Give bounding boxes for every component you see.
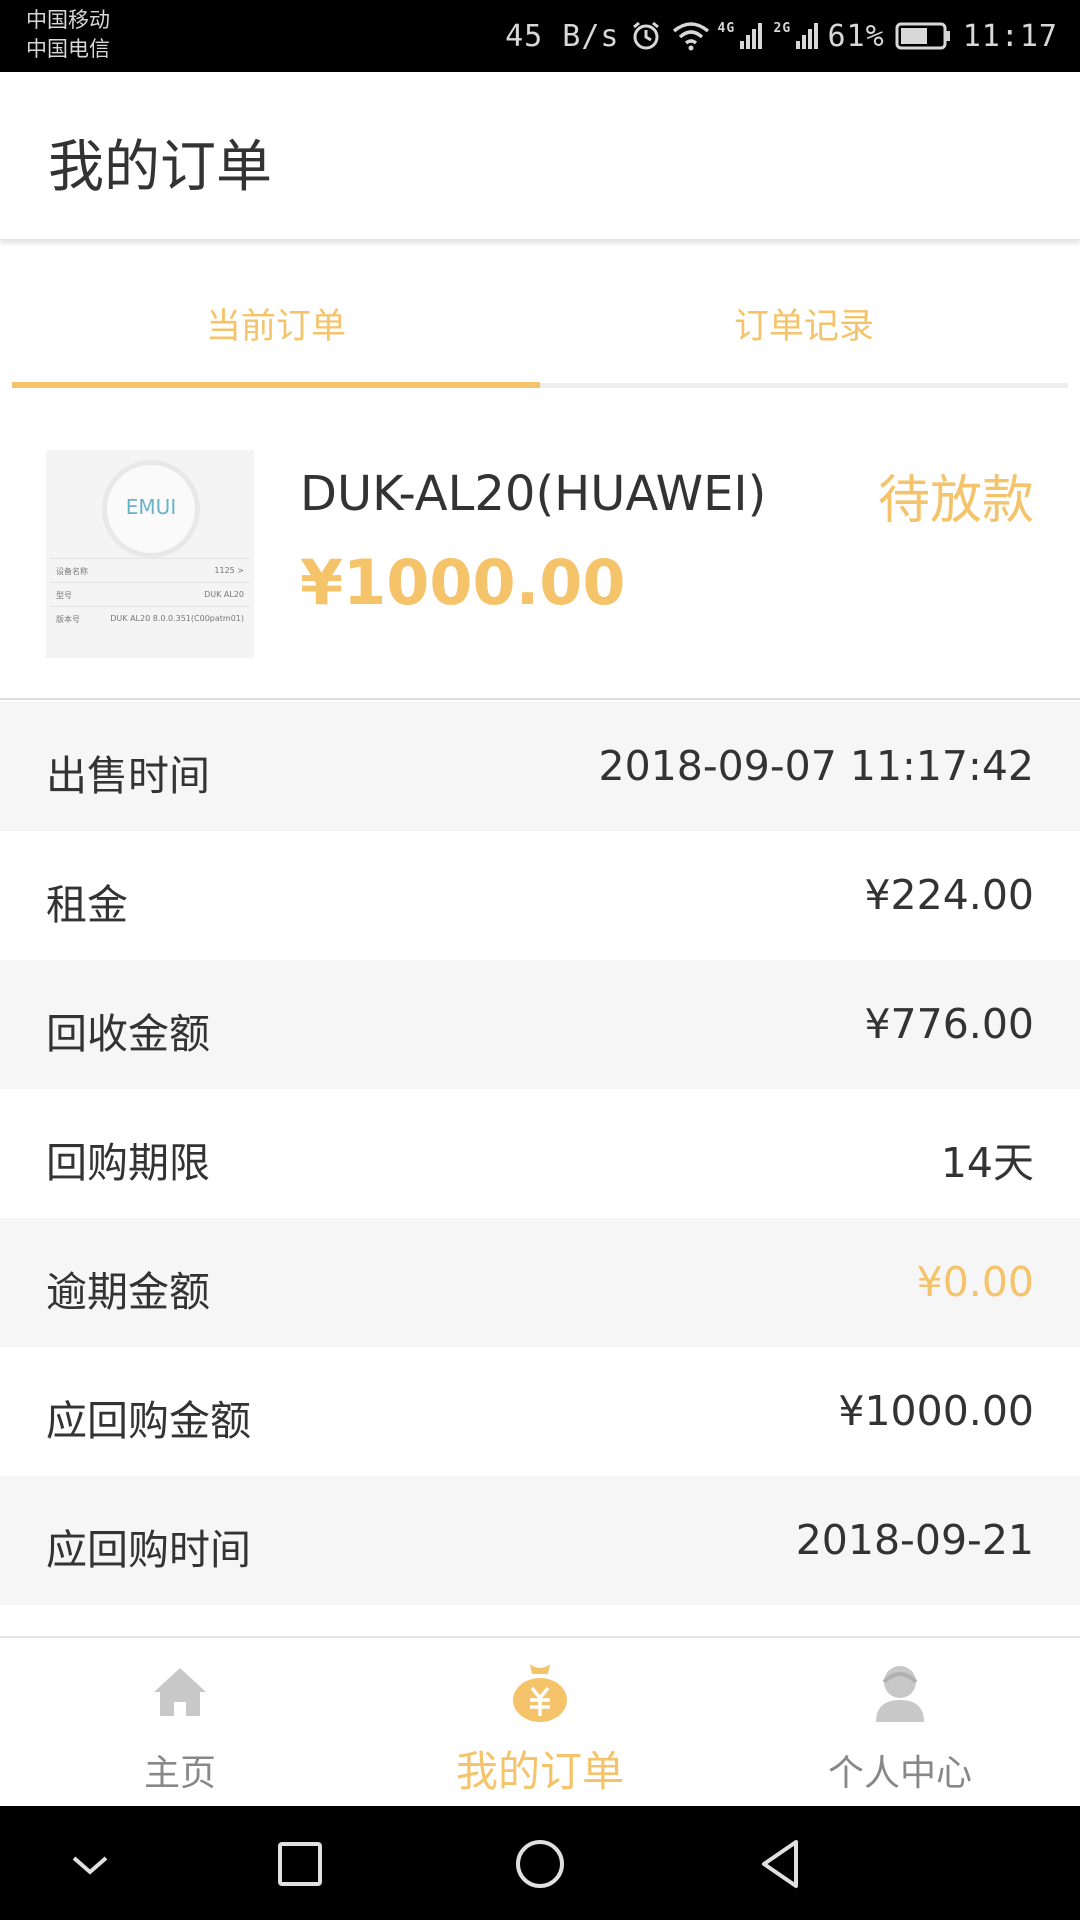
home-icon bbox=[150, 1660, 210, 1724]
detail-value: ¥0.00 bbox=[916, 1258, 1034, 1306]
order-product-card[interactable]: EMUI 设备名称 1125 > 型号 DUK AL20 版本号 DUK AL2… bbox=[0, 388, 1080, 700]
detail-label: 应回购时间 bbox=[46, 1526, 251, 1574]
thumb-row-label: 版本号 bbox=[56, 615, 80, 624]
thumb-row: 版本号 DUK AL20 8.0.0.351(C00patm01) bbox=[50, 606, 250, 630]
thumb-row-label: 型号 bbox=[56, 591, 72, 600]
detail-label: 逾期金额 bbox=[46, 1268, 210, 1316]
thumb-row: 型号 DUK AL20 bbox=[50, 582, 250, 606]
order-status-badge: 待放款 bbox=[877, 471, 1034, 531]
nav-label: 个人中心 bbox=[827, 1753, 972, 1794]
carrier-1: 中国移动 bbox=[26, 8, 110, 32]
detail-row-buyback-amount: 应回购金额 ¥1000.00 bbox=[0, 1347, 1080, 1476]
detail-label: 租金 bbox=[46, 881, 128, 929]
status-bar: 中国移动 中国电信 45 B/s 4G 2G 61% 11:17 bbox=[0, 0, 1080, 72]
app-header: 我的订单 bbox=[0, 72, 1080, 240]
signal-icon: 4G bbox=[718, 21, 762, 49]
tab-current-orders[interactable]: 当前订单 bbox=[12, 244, 540, 388]
signal-icon: 2G bbox=[774, 21, 818, 49]
detail-label: 回购期限 bbox=[46, 1139, 210, 1187]
detail-value: 2018-09-07 11:17:42 bbox=[598, 742, 1034, 790]
detail-label: 回收金额 bbox=[46, 1010, 210, 1058]
network-type-2: 2G bbox=[773, 21, 792, 36]
detail-value: 14天 bbox=[940, 1139, 1034, 1187]
wifi-icon bbox=[672, 21, 710, 51]
emui-logo-ring: EMUI bbox=[102, 460, 200, 558]
recent-apps-icon[interactable] bbox=[270, 1834, 330, 1894]
product-price: ¥1000.00 bbox=[300, 546, 626, 619]
thumb-row-value: 1125 > bbox=[214, 566, 244, 575]
battery-icon bbox=[895, 21, 953, 51]
detail-label: 出售时间 bbox=[46, 752, 210, 800]
order-details-list: 出售时间 2018-09-07 11:17:42 租金 ¥224.00 回收金额… bbox=[0, 702, 1080, 1605]
system-nav-bar bbox=[0, 1806, 1080, 1920]
money-bag-icon bbox=[510, 1660, 570, 1724]
detail-row-recovery-amount: 回收金额 ¥776.00 bbox=[0, 960, 1080, 1089]
detail-row-rent: 租金 ¥224.00 bbox=[0, 831, 1080, 960]
detail-value: ¥224.00 bbox=[864, 871, 1034, 919]
nav-item-home[interactable]: 主页 bbox=[0, 1638, 360, 1806]
detail-row-overdue-amount: 逾期金额 ¥0.00 bbox=[0, 1218, 1080, 1347]
detail-row-sale-time: 出售时间 2018-09-07 11:17:42 bbox=[0, 702, 1080, 831]
detail-row-buyback-date: 应回购时间 2018-09-21 bbox=[0, 1476, 1080, 1605]
battery-percent: 61% bbox=[827, 18, 885, 54]
net-speed: 45 B/s bbox=[505, 18, 620, 54]
detail-value: 2018-09-21 bbox=[795, 1516, 1034, 1564]
product-thumbnail: EMUI 设备名称 1125 > 型号 DUK AL20 版本号 DUK AL2… bbox=[46, 450, 254, 658]
status-indicators: 45 B/s 4G 2G 61% 11:17 bbox=[505, 0, 1058, 72]
bottom-nav: 主页 我的订单 个人中心 bbox=[0, 1636, 1080, 1806]
emui-logo: EMUI bbox=[125, 495, 177, 519]
nav-label: 我的订单 bbox=[455, 1747, 624, 1796]
detail-value: ¥776.00 bbox=[864, 1000, 1034, 1048]
network-type-1: 4G bbox=[717, 21, 736, 36]
nav-item-profile[interactable]: 个人中心 bbox=[720, 1638, 1080, 1806]
chevron-down-icon[interactable] bbox=[60, 1834, 120, 1894]
nav-item-my-orders[interactable]: 我的订单 bbox=[360, 1638, 720, 1806]
carrier-2: 中国电信 bbox=[26, 37, 110, 61]
thumb-row-value: DUK AL20 bbox=[204, 590, 244, 599]
home-circle-icon[interactable] bbox=[510, 1834, 570, 1894]
detail-row-buyback-period: 回购期限 14天 bbox=[0, 1089, 1080, 1218]
clock: 11:17 bbox=[962, 18, 1058, 54]
product-name: DUK-AL20(HUAWEI) bbox=[300, 466, 767, 522]
alarm-icon bbox=[630, 20, 662, 52]
thumb-row-value: DUK AL20 8.0.0.351(C00patm01) bbox=[110, 614, 244, 623]
nav-label: 主页 bbox=[143, 1753, 216, 1794]
page-title: 我的订单 bbox=[48, 135, 272, 200]
detail-label: 应回购金额 bbox=[46, 1397, 251, 1445]
tab-order-history[interactable]: 订单记录 bbox=[540, 244, 1068, 388]
carrier-info: 中国移动 中国电信 bbox=[26, 6, 110, 64]
detail-value: ¥1000.00 bbox=[838, 1387, 1034, 1435]
order-tabs: 当前订单 订单记录 bbox=[12, 244, 1068, 388]
thumb-row-label: 设备名称 bbox=[56, 567, 88, 576]
user-icon bbox=[870, 1660, 930, 1724]
thumb-row: 设备名称 1125 > bbox=[50, 558, 250, 582]
back-icon[interactable] bbox=[750, 1834, 810, 1894]
